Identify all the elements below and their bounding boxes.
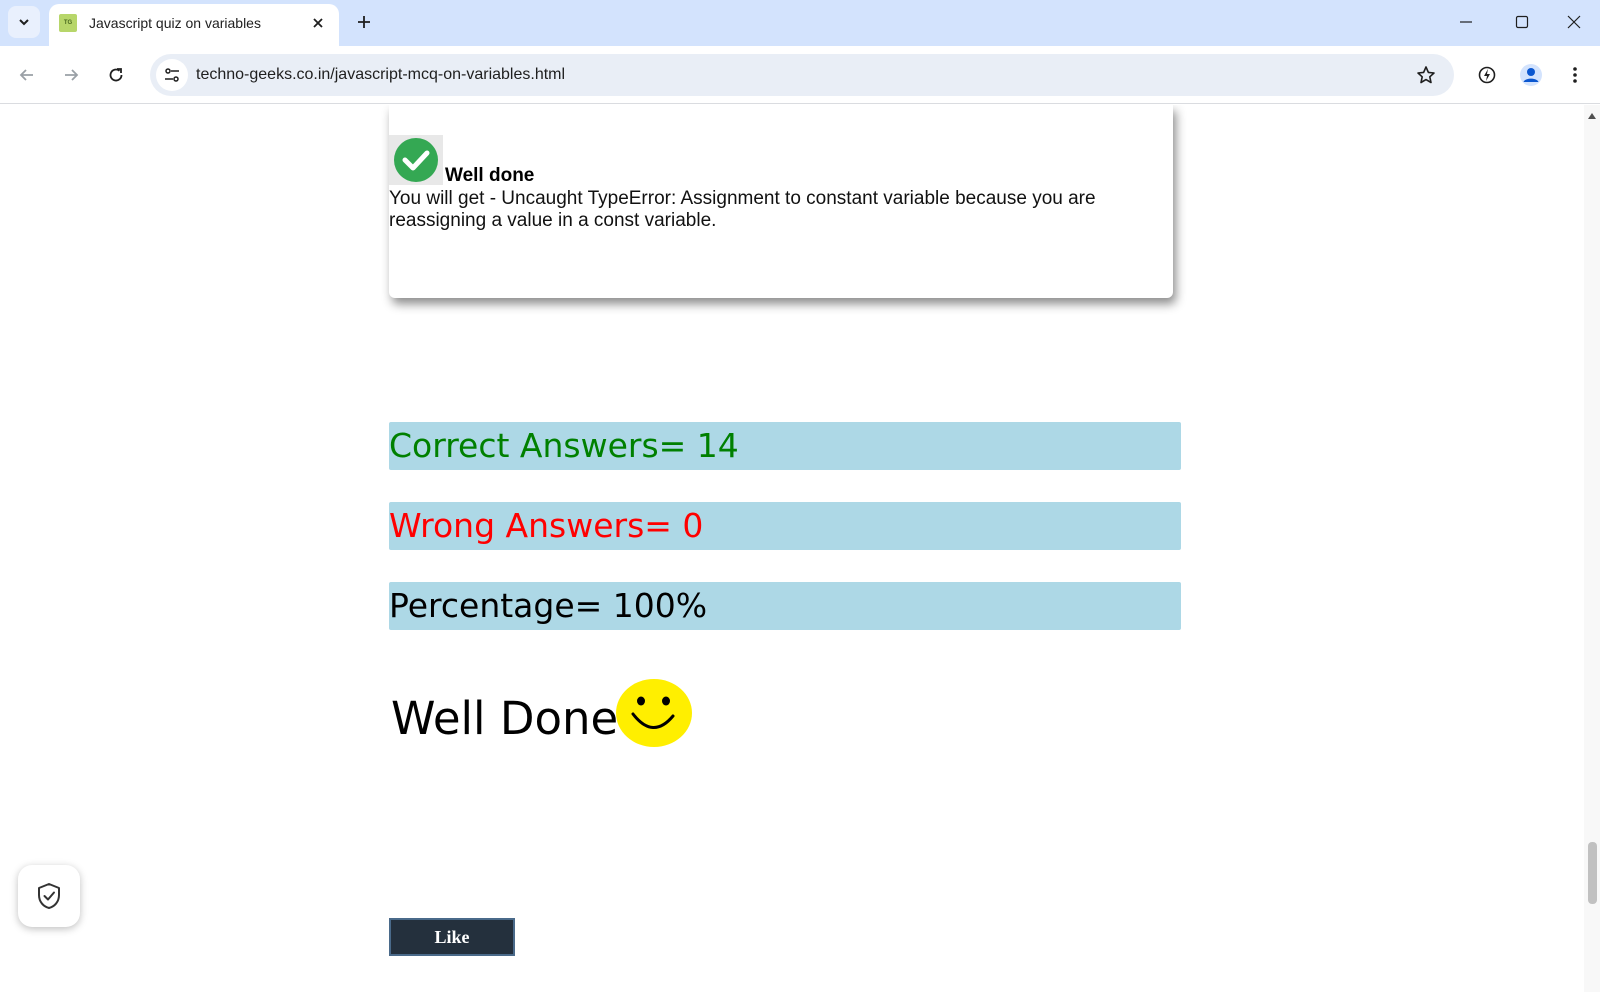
tune-icon (165, 68, 179, 82)
reload-button[interactable] (99, 58, 133, 92)
percentage: Percentage= 100% (389, 582, 1181, 630)
page-viewport: Well done You will get - Uncaught TypeEr… (0, 105, 1600, 992)
scroll-up-arrow-icon[interactable] (1588, 113, 1596, 119)
like-button[interactable]: Like (389, 918, 515, 956)
url-text: techno-geeks.co.in/javascript-mcq-on-var… (196, 66, 566, 83)
scrollbar-thumb[interactable] (1588, 842, 1597, 904)
forward-button[interactable] (54, 58, 88, 92)
star-icon (1417, 66, 1435, 84)
avatar-icon (1520, 64, 1542, 86)
minimize-button[interactable] (1438, 0, 1494, 44)
maximize-icon (1515, 15, 1529, 29)
answer-status: Well done (445, 165, 535, 186)
close-icon (1567, 15, 1581, 29)
active-tab[interactable]: TG Javascript quiz on variables (49, 4, 339, 46)
bookmark-button[interactable] (1412, 61, 1440, 89)
more-vert-icon (1573, 67, 1577, 83)
wrong-answers: Wrong Answers= 0 (389, 502, 1181, 550)
performance-button[interactable] (1470, 58, 1504, 92)
address-bar[interactable]: techno-geeks.co.in/javascript-mcq-on-var… (150, 54, 1454, 96)
minimize-icon (1460, 21, 1472, 23)
new-tab-button[interactable] (350, 8, 378, 36)
menu-button[interactable] (1558, 58, 1592, 92)
smiley-icon (615, 678, 693, 748)
arrow-left-icon (19, 69, 33, 81)
tab-title: Javascript quiz on variables (89, 15, 261, 31)
answer-card: Well done You will get - Uncaught TypeEr… (389, 105, 1173, 298)
close-window-button[interactable] (1546, 0, 1600, 44)
correct-answers: Correct Answers= 14 (389, 422, 1181, 470)
speed-icon (1478, 66, 1496, 84)
answer-explanation: You will get - Uncaught TypeError: Assig… (389, 188, 1096, 231)
site-info-button[interactable] (156, 59, 188, 91)
shield-check-icon (38, 883, 60, 909)
tab-search-button[interactable] (8, 6, 40, 38)
tab-close-button[interactable] (307, 12, 329, 34)
reload-icon (109, 68, 123, 82)
site-favicon: TG (59, 14, 77, 32)
back-button[interactable] (10, 58, 44, 92)
plus-icon (358, 16, 370, 28)
arrow-right-icon (65, 69, 79, 81)
page-scrollbar[interactable] (1584, 105, 1600, 992)
close-icon (313, 18, 323, 28)
maximize-button[interactable] (1494, 0, 1550, 44)
profile-button[interactable] (1514, 58, 1548, 92)
check-circle-icon (389, 135, 443, 185)
browser-toolbar: techno-geeks.co.in/javascript-mcq-on-var… (0, 46, 1600, 104)
tab-strip: TG Javascript quiz on variables (0, 0, 1600, 46)
privacy-settings-button[interactable] (18, 865, 80, 927)
chevron-down-icon (19, 19, 29, 26)
verdict-text: Well Done (391, 692, 619, 745)
